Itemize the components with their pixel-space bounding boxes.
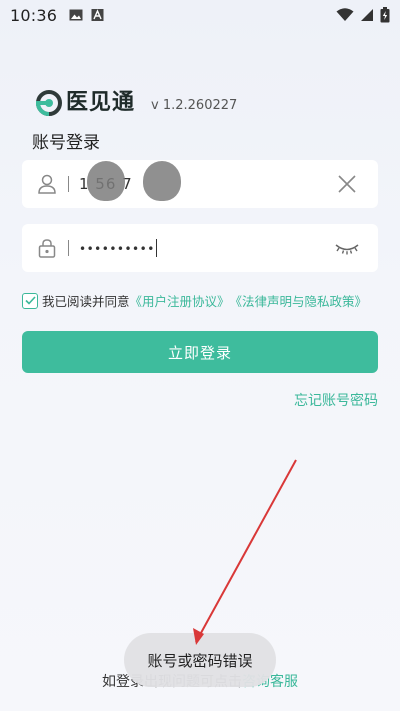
app-version: v 1.2.260227: [151, 98, 238, 113]
text-caret: [155, 239, 157, 258]
forgot-password-link[interactable]: 忘记账号密码: [294, 390, 378, 410]
password-field[interactable]: ••••••••••: [22, 224, 378, 272]
signal-icon: [361, 9, 373, 21]
app-logo-icon: [36, 90, 62, 116]
status-time: 10:36: [10, 5, 58, 25]
privacy-policy-link[interactable]: 《法律声明与隐私政策》: [230, 291, 368, 310]
redaction-blur: [87, 161, 125, 201]
battery-icon: [380, 7, 390, 23]
app-name: 医见通: [66, 90, 136, 115]
close-icon: [338, 175, 356, 193]
agree-text: 我已阅读并同意: [42, 294, 130, 309]
check-icon: [24, 296, 36, 305]
agree-checkbox[interactable]: [22, 292, 38, 309]
user-icon: [38, 174, 56, 194]
account-field[interactable]: 1 56 7: [22, 160, 378, 208]
user-agreement-link[interactable]: 《用户注册协议》: [130, 291, 230, 310]
page-title: 账号登录: [32, 133, 100, 153]
clear-button[interactable]: [334, 171, 360, 197]
password-input[interactable]: ••••••••••: [79, 239, 334, 258]
eye-closed-icon: [335, 244, 359, 255]
toast-message: 账号或密码错误: [147, 651, 253, 670]
redaction-blur: [143, 161, 181, 201]
status-bar: 10:36: [0, 0, 400, 30]
gallery-icon: [69, 9, 83, 21]
toggle-password-visibility-button[interactable]: [334, 235, 360, 261]
login-button[interactable]: 立即登录: [22, 331, 378, 373]
app-a-icon: [91, 9, 104, 21]
error-toast: 账号或密码错误: [124, 633, 276, 687]
brand-header: 医见通 v 1.2.260227: [36, 84, 237, 116]
account-input[interactable]: 1 56 7: [79, 161, 334, 201]
lock-icon: [38, 239, 56, 258]
agreement-row: 我已阅读并同意 《用户注册协议》 《法律声明与隐私政策》: [22, 291, 367, 310]
wifi-icon: [336, 8, 354, 21]
